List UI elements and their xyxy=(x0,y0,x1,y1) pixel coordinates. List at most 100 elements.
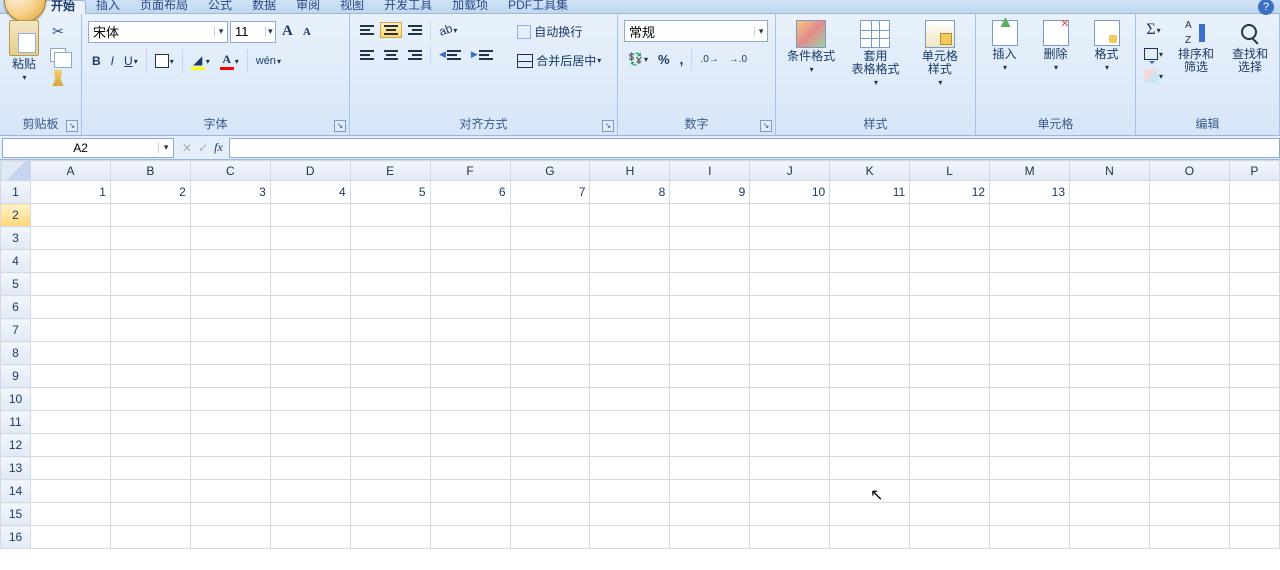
bold-button[interactable]: B xyxy=(88,51,105,71)
cell-M3[interactable] xyxy=(990,227,1070,250)
accounting-format-button[interactable]: 💱▾ xyxy=(624,49,652,69)
sort-filter-button[interactable]: 排序和 筛选 xyxy=(1171,18,1221,76)
cell-F2[interactable] xyxy=(430,204,510,227)
cell-L5[interactable] xyxy=(910,273,990,296)
phonetic-button[interactable]: wén▾ xyxy=(252,52,285,70)
format-painter-button[interactable] xyxy=(46,67,70,89)
cell-M14[interactable] xyxy=(990,480,1070,503)
cell-A8[interactable] xyxy=(30,342,110,365)
cell-O10[interactable] xyxy=(1149,388,1229,411)
cell-K8[interactable] xyxy=(830,342,910,365)
tab-6[interactable]: 视图 xyxy=(330,0,374,14)
cell-C1[interactable]: 3 xyxy=(190,181,270,204)
border-button[interactable]: ▾ xyxy=(151,51,178,71)
cell-F8[interactable] xyxy=(430,342,510,365)
cell-P9[interactable] xyxy=(1229,365,1279,388)
cell-P6[interactable] xyxy=(1229,296,1279,319)
row-header-6[interactable]: 6 xyxy=(1,296,31,319)
cell-C13[interactable] xyxy=(190,457,270,480)
align-center-button[interactable] xyxy=(380,47,402,63)
cell-I7[interactable] xyxy=(670,319,750,342)
enter-formula-button[interactable]: ✓ xyxy=(198,141,208,155)
cell-D13[interactable] xyxy=(270,457,350,480)
cell-G2[interactable] xyxy=(510,204,590,227)
cell-C8[interactable] xyxy=(190,342,270,365)
cell-K16[interactable] xyxy=(830,526,910,549)
cell-G14[interactable] xyxy=(510,480,590,503)
cell-I12[interactable] xyxy=(670,434,750,457)
cell-D5[interactable] xyxy=(270,273,350,296)
cell-B16[interactable] xyxy=(110,526,190,549)
cell-F3[interactable] xyxy=(430,227,510,250)
cell-I9[interactable] xyxy=(670,365,750,388)
cell-D2[interactable] xyxy=(270,204,350,227)
cell-G12[interactable] xyxy=(510,434,590,457)
tab-3[interactable]: 公式 xyxy=(198,0,242,14)
dialog-launcher[interactable]: ↘ xyxy=(602,120,614,132)
cell-J14[interactable] xyxy=(750,480,830,503)
cell-G15[interactable] xyxy=(510,503,590,526)
cell-N6[interactable] xyxy=(1070,296,1150,319)
cell-C12[interactable] xyxy=(190,434,270,457)
row-header-3[interactable]: 3 xyxy=(1,227,31,250)
cell-F12[interactable] xyxy=(430,434,510,457)
cell-A4[interactable] xyxy=(30,250,110,273)
cell-B15[interactable] xyxy=(110,503,190,526)
align-right-button[interactable] xyxy=(404,47,426,63)
name-box-input[interactable] xyxy=(3,141,158,155)
cell-F15[interactable] xyxy=(430,503,510,526)
cell-P1[interactable] xyxy=(1229,181,1279,204)
cell-E13[interactable] xyxy=(350,457,430,480)
cancel-formula-button[interactable]: ✕ xyxy=(182,141,192,155)
cell-M1[interactable]: 13 xyxy=(990,181,1070,204)
cell-N3[interactable] xyxy=(1070,227,1150,250)
cell-K14[interactable] xyxy=(830,480,910,503)
cell-O8[interactable] xyxy=(1149,342,1229,365)
cell-D4[interactable] xyxy=(270,250,350,273)
cell-G10[interactable] xyxy=(510,388,590,411)
cell-J6[interactable] xyxy=(750,296,830,319)
cell-A5[interactable] xyxy=(30,273,110,296)
cell-J10[interactable] xyxy=(750,388,830,411)
cell-D10[interactable] xyxy=(270,388,350,411)
cell-K1[interactable]: 11 xyxy=(830,181,910,204)
select-all-corner[interactable] xyxy=(1,161,31,181)
cell-K4[interactable] xyxy=(830,250,910,273)
cell-O4[interactable] xyxy=(1149,250,1229,273)
cell-P12[interactable] xyxy=(1229,434,1279,457)
cell-H1[interactable]: 8 xyxy=(590,181,670,204)
cell-J13[interactable] xyxy=(750,457,830,480)
cell-E3[interactable] xyxy=(350,227,430,250)
cell-L7[interactable] xyxy=(910,319,990,342)
cell-K10[interactable] xyxy=(830,388,910,411)
cell-H15[interactable] xyxy=(590,503,670,526)
cell-B7[interactable] xyxy=(110,319,190,342)
cell-E9[interactable] xyxy=(350,365,430,388)
cell-G9[interactable] xyxy=(510,365,590,388)
delete-cells-button[interactable]: 删除▾ xyxy=(1033,18,1078,74)
cell-O6[interactable] xyxy=(1149,296,1229,319)
align-top-button[interactable] xyxy=(356,22,378,38)
cell-D15[interactable] xyxy=(270,503,350,526)
col-header-C[interactable]: C xyxy=(190,161,270,181)
cell-I15[interactable] xyxy=(670,503,750,526)
decrease-indent-button[interactable]: ◀ xyxy=(435,46,465,63)
cell-P3[interactable] xyxy=(1229,227,1279,250)
cell-E6[interactable] xyxy=(350,296,430,319)
cell-P13[interactable] xyxy=(1229,457,1279,480)
cell-P14[interactable] xyxy=(1229,480,1279,503)
cell-P7[interactable] xyxy=(1229,319,1279,342)
font-name-combo[interactable]: ▾ xyxy=(88,21,228,43)
cell-N1[interactable] xyxy=(1070,181,1150,204)
shrink-font-button[interactable]: A xyxy=(299,23,315,41)
cell-J7[interactable] xyxy=(750,319,830,342)
cell-N2[interactable] xyxy=(1070,204,1150,227)
grow-font-button[interactable]: A xyxy=(278,20,297,43)
cell-C10[interactable] xyxy=(190,388,270,411)
cell-F16[interactable] xyxy=(430,526,510,549)
dialog-launcher[interactable]: ↘ xyxy=(66,120,78,132)
row-header-12[interactable]: 12 xyxy=(1,434,31,457)
formula-input[interactable] xyxy=(229,138,1280,158)
cell-M4[interactable] xyxy=(990,250,1070,273)
tab-2[interactable]: 页面布局 xyxy=(130,0,198,14)
